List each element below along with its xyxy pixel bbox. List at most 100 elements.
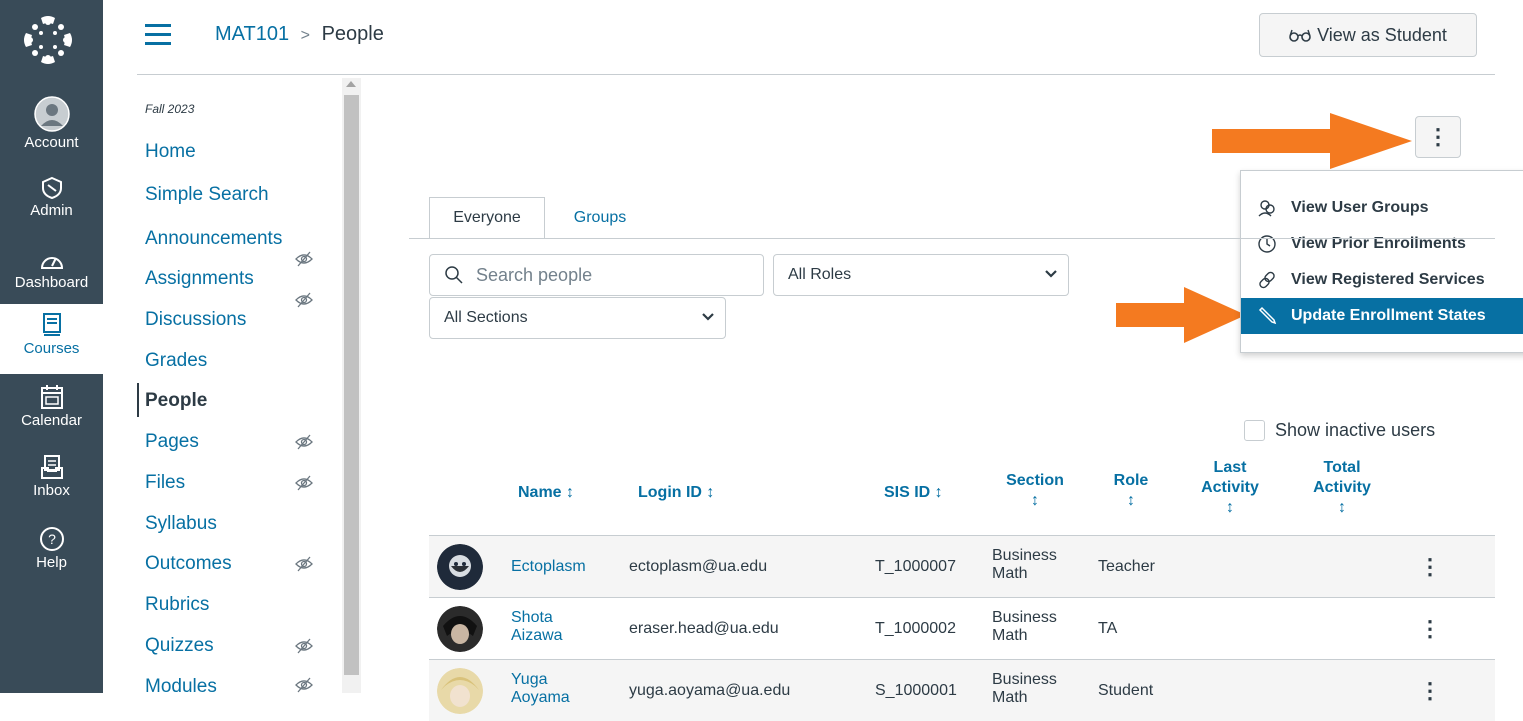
tab-groups[interactable]: Groups (555, 197, 645, 239)
user-name-link[interactable]: Shota Aizawa (511, 609, 563, 645)
admin-icon (41, 176, 62, 200)
nav-calendar[interactable]: Calendar (0, 384, 103, 429)
course-nav-syllabus[interactable]: Syllabus (145, 513, 217, 535)
roles-select[interactable]: All Roles (773, 254, 1069, 296)
course-nav-quizzes[interactable]: Quizzes (145, 635, 214, 657)
sections-select[interactable]: All Sections (429, 297, 726, 339)
breadcrumb-current: People (321, 23, 384, 45)
menu-view-registered-services[interactable]: View Registered Services (1241, 262, 1523, 298)
user-name-link[interactable]: Ectoplasm (511, 558, 586, 576)
nav-admin-label: Admin (30, 202, 73, 219)
canvas-logo-icon[interactable] (22, 14, 74, 66)
sis-id: T_1000007 (875, 558, 956, 575)
courses-icon (42, 313, 61, 336)
user-last-name: Aizawa (511, 627, 563, 644)
section-line-2: Math (992, 627, 1028, 644)
sis-id: S_1000001 (875, 682, 957, 699)
section-line-2: Math (992, 565, 1028, 582)
nav-dashboard[interactable]: Dashboard (0, 250, 103, 291)
login-id: ectoplasm@ua.edu (629, 558, 768, 575)
search-icon (445, 266, 463, 284)
course-nav-home[interactable]: Home (145, 141, 196, 163)
sort-icon: ↕ (1226, 499, 1234, 516)
section: Business Math (992, 547, 1057, 583)
col-header-role[interactable]: Role ↕ (1106, 471, 1156, 511)
people-options-kebab-button[interactable]: ⋮ (1415, 116, 1461, 158)
course-nav-files[interactable]: Files (145, 472, 185, 494)
course-nav-rubrics[interactable]: Rubrics (145, 594, 209, 616)
search-people-field[interactable] (429, 254, 764, 296)
search-people-input[interactable] (476, 264, 736, 286)
course-nav-grades[interactable]: Grades (145, 350, 207, 372)
people-options-menu: View User Groups View Prior Enrollments … (1240, 170, 1523, 353)
section-line-1: Business (992, 609, 1057, 626)
course-nav-announcements[interactable]: Announcements (145, 228, 282, 250)
nav-courses[interactable]: Courses (0, 304, 103, 374)
global-nav: Account Admin Dashboard Courses Calendar (0, 0, 103, 693)
col-header-last-activity[interactable]: Last Activity ↕ (1190, 458, 1270, 518)
role: Student (1098, 682, 1154, 699)
menu-view-prior-enrollments[interactable]: View Prior Enrollments (1241, 226, 1523, 262)
login-id: eraser.head@ua.edu (629, 620, 779, 637)
nav-account[interactable]: Account (0, 96, 103, 151)
breadcrumb-course-link[interactable]: MAT101 (215, 23, 289, 45)
col-header-section-label: Section (1006, 472, 1064, 489)
calendar-icon (40, 385, 63, 409)
col-header-section[interactable]: Section ↕ (1000, 471, 1070, 511)
show-inactive-checkbox[interactable] (1244, 420, 1265, 441)
nav-account-label: Account (24, 134, 79, 151)
nav-help[interactable]: ? Help (0, 526, 103, 571)
col-header-sis-id[interactable]: SIS ID ↕ (884, 483, 943, 503)
pencil-icon (1258, 306, 1277, 325)
inbox-icon (40, 455, 63, 479)
tab-everyone[interactable]: Everyone (429, 197, 545, 239)
course-nav-modules[interactable]: Modules (145, 676, 217, 698)
view-as-student-button[interactable]: View as Student (1259, 13, 1477, 57)
chevron-down-icon (702, 313, 714, 321)
avatar[interactable] (437, 544, 483, 590)
course-nav-outcomes[interactable]: Outcomes (145, 553, 232, 575)
row-options-kebab[interactable]: ⋮ (1419, 616, 1441, 642)
menu-view-user-groups[interactable]: View User Groups (1241, 190, 1523, 226)
breadcrumb: MAT101 > People (215, 23, 384, 46)
role: Teacher (1098, 558, 1155, 575)
col-header-name[interactable]: Name ↕ (518, 483, 574, 503)
course-nav-pages[interactable]: Pages (145, 431, 199, 453)
course-nav-assignments[interactable]: Assignments (145, 268, 254, 290)
breadcrumb-separator: > (300, 27, 311, 44)
dashboard-icon (40, 257, 63, 269)
hamburger-menu-icon[interactable] (145, 24, 171, 46)
menu-update-enrollment-states[interactable]: Update Enrollment States (1241, 298, 1523, 334)
course-nav-discussions[interactable]: Discussions (145, 309, 246, 331)
user-first-name: Yuga (511, 671, 548, 688)
course-nav-people[interactable]: People (145, 390, 207, 412)
avatar[interactable] (437, 606, 483, 652)
hidden-eye-icon (295, 638, 313, 654)
col-header-login-id[interactable]: Login ID ↕ (638, 483, 714, 503)
sort-icon: ↕ (1338, 499, 1346, 516)
nav-admin[interactable]: Admin (0, 176, 103, 219)
scroll-up-arrow-icon[interactable] (346, 81, 356, 87)
scrollbar-thumb[interactable] (344, 95, 359, 675)
show-inactive-label: Show inactive users (1275, 420, 1436, 440)
menu-update-enrollment-states-label: Update Enrollment States (1291, 307, 1486, 324)
login-id: yuga.aoyama@ua.edu (629, 682, 791, 699)
sis-id: T_1000002 (875, 620, 956, 637)
col-header-total-label: Total (1323, 459, 1361, 476)
show-inactive-toggle[interactable]: Show inactive users (1244, 420, 1435, 441)
user-name-link[interactable]: Yuga Aoyama (511, 671, 570, 707)
account-icon (33, 96, 70, 132)
row-options-kebab[interactable]: ⋮ (1419, 554, 1441, 580)
course-nav-simple-search[interactable]: Simple Search (145, 184, 269, 206)
avatar[interactable] (437, 668, 483, 714)
section-line-2: Math (992, 689, 1028, 706)
col-header-total-activity[interactable]: Total Activity ↕ (1302, 458, 1382, 518)
hidden-eye-icon (295, 677, 313, 693)
glasses-icon (1289, 29, 1311, 42)
row-options-kebab[interactable]: ⋮ (1419, 678, 1441, 704)
page-header: MAT101 > People View as Student (137, 0, 1495, 75)
hidden-eye-icon (295, 556, 313, 572)
course-nav: Fall 2023 Home Simple Search Announcemen… (137, 78, 342, 697)
nav-inbox[interactable]: Inbox (0, 454, 103, 499)
active-indicator (137, 383, 139, 417)
